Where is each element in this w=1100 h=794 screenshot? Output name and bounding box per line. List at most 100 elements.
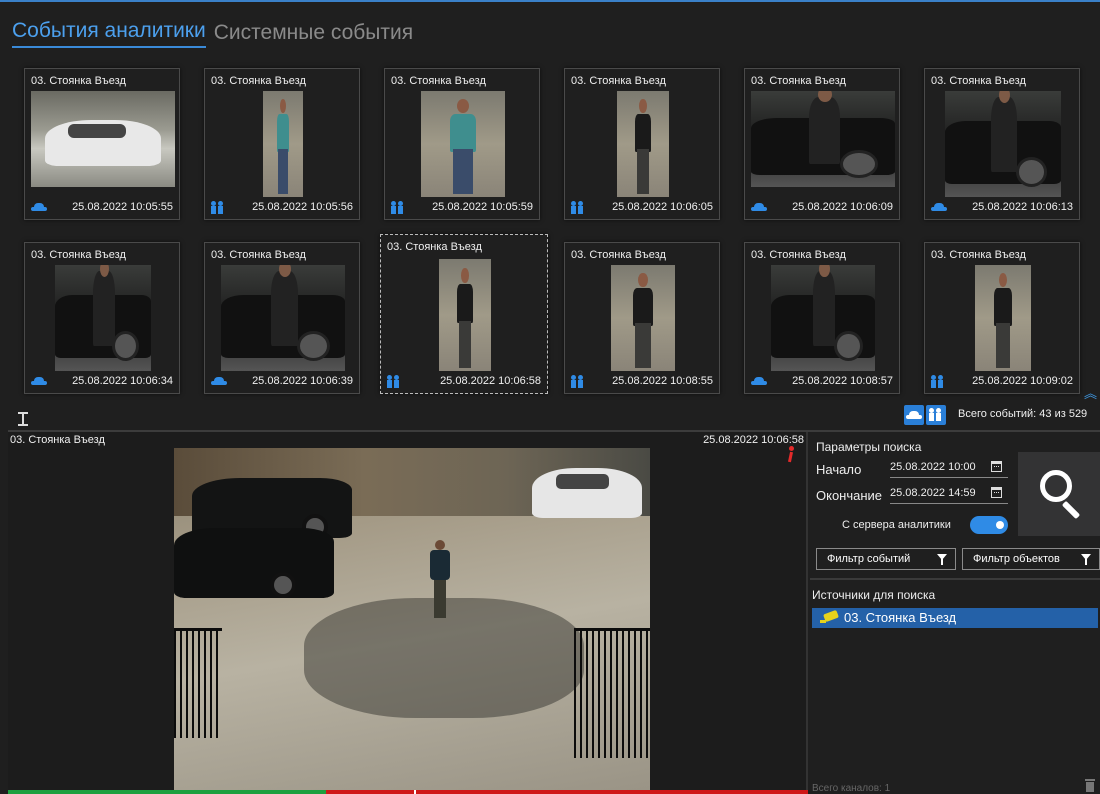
search-panel: Параметры поиска Начало 25.08.2022 10:00… <box>810 432 1100 794</box>
car-icon <box>31 376 47 386</box>
people-icon <box>571 200 585 214</box>
camera-icon <box>820 612 838 624</box>
event-time: 25.08.2022 10:06:58 <box>440 375 541 387</box>
event-time: 25.08.2022 10:05:59 <box>432 201 533 213</box>
start-label: Начало <box>816 462 862 477</box>
tab-system-events[interactable]: Системные события <box>214 20 413 48</box>
search-icon <box>1040 470 1072 502</box>
funnel-icon <box>937 554 947 565</box>
video-player[interactable]: 03. Стоянка Въезд 25.08.2022 10:06:58 <box>8 432 808 794</box>
filter-car-button[interactable] <box>904 405 924 425</box>
event-camera-name: 03. Стоянка Въезд <box>571 249 666 261</box>
event-time: 25.08.2022 10:08:57 <box>792 375 893 387</box>
event-card[interactable]: 03. Стоянка Въезд 25.08.2022 10:06:09 <box>744 68 900 220</box>
total-events-count: Всего событий: 43 из 529 <box>958 408 1088 420</box>
expand-panel-icon[interactable] <box>18 412 28 426</box>
event-camera-name: 03. Стоянка Въезд <box>211 249 306 261</box>
walking-person-icon <box>784 446 798 466</box>
car-icon <box>751 202 767 212</box>
car-icon <box>931 202 947 212</box>
event-card[interactable]: 03. Стоянка Въезд 25.08.2022 10:05:55 <box>24 68 180 220</box>
people-icon <box>931 374 945 388</box>
car-icon <box>31 202 47 212</box>
event-card[interactable]: 03. Стоянка Въезд 25.08.2022 10:06:05 <box>564 68 720 220</box>
people-icon <box>211 200 225 214</box>
tab-bar: События аналитики Системные события <box>12 18 421 48</box>
object-type-filter <box>904 405 946 425</box>
event-time: 25.08.2022 10:06:34 <box>72 375 173 387</box>
event-thumbnail <box>263 91 303 197</box>
analytics-events-window: События аналитики Системные события 03. … <box>0 0 1100 794</box>
event-camera-name: 03. Стоянка Въезд <box>751 75 846 87</box>
tab-analytics-events[interactable]: События аналитики <box>12 18 206 48</box>
event-filter-button[interactable]: Фильтр событий <box>816 548 956 570</box>
event-card[interactable]: 03. Стоянка Въезд 25.08.2022 10:05:56 <box>204 68 360 220</box>
timeline[interactable] <box>8 790 808 794</box>
event-time: 25.08.2022 10:09:02 <box>972 375 1073 387</box>
source-item[interactable]: 03. Стоянка Въезд <box>812 608 1098 628</box>
event-thumbnail <box>771 265 875 371</box>
event-camera-name: 03. Стоянка Въезд <box>31 249 126 261</box>
event-card[interactable]: 03. Стоянка Въезд 25.08.2022 10:08:55 <box>564 242 720 394</box>
people-icon <box>387 374 401 388</box>
event-time: 25.08.2022 10:05:55 <box>72 201 173 213</box>
event-camera-name: 03. Стоянка Въезд <box>211 75 306 87</box>
event-card[interactable]: 03. Стоянка Въезд 25.08.2022 10:06:13 <box>924 68 1080 220</box>
object-filter-button[interactable]: Фильтр объектов <box>962 548 1100 570</box>
event-thumbnail <box>439 259 491 371</box>
end-label: Окончание <box>816 488 883 503</box>
event-card[interactable]: 03. Стоянка Въезд 25.08.2022 10:09:02 <box>924 242 1080 394</box>
start-date-field[interactable]: 25.08.2022 10:00 <box>890 458 1008 478</box>
event-time: 25.08.2022 10:06:39 <box>252 375 353 387</box>
people-icon <box>391 200 405 214</box>
event-thumbnail <box>975 265 1031 371</box>
player-camera-name: 03. Стоянка Въезд <box>10 434 105 446</box>
people-icon <box>929 408 943 421</box>
event-card[interactable]: 03. Стоянка Въезд 25.08.2022 10:06:34 <box>24 242 180 394</box>
event-camera-name: 03. Стоянка Въезд <box>931 75 1026 87</box>
event-thumbnail <box>945 91 1061 197</box>
event-camera-name: 03. Стоянка Въезд <box>391 75 486 87</box>
event-camera-name: 03. Стоянка Въезд <box>751 249 846 261</box>
car-icon <box>211 376 227 386</box>
player-timestamp: 25.08.2022 10:06:58 <box>703 434 804 446</box>
event-thumbnail <box>421 91 505 197</box>
event-time: 25.08.2022 10:05:56 <box>252 201 353 213</box>
channels-count: Всего каналов: 1 <box>812 783 891 794</box>
event-thumbnail <box>617 91 669 197</box>
event-camera-name: 03. Стоянка Въезд <box>31 75 126 87</box>
end-date-field[interactable]: 25.08.2022 14:59 <box>890 484 1008 504</box>
event-card[interactable]: 03. Стоянка Въезд 25.08.2022 10:06:39 <box>204 242 360 394</box>
funnel-icon <box>1081 554 1091 565</box>
people-icon <box>571 374 585 388</box>
trash-icon[interactable] <box>1085 779 1095 792</box>
event-thumbnail <box>55 265 151 371</box>
event-thumbnail <box>611 265 675 371</box>
calendar-icon[interactable] <box>991 461 1002 472</box>
event-camera-name: 03. Стоянка Въезд <box>931 249 1026 261</box>
car-icon <box>751 376 767 386</box>
sources-title: Источники для поиска <box>812 588 936 602</box>
search-params-title: Параметры поиска <box>816 440 922 454</box>
car-icon <box>906 411 922 420</box>
calendar-icon[interactable] <box>991 487 1002 498</box>
event-camera-name: 03. Стоянка Въезд <box>387 241 482 253</box>
event-thumbnail <box>221 265 345 371</box>
timeline-cursor[interactable] <box>414 790 416 794</box>
event-time: 25.08.2022 10:08:55 <box>612 375 713 387</box>
video-frame <box>174 448 650 790</box>
event-time: 25.08.2022 10:06:13 <box>972 201 1073 213</box>
event-camera-name: 03. Стоянка Въезд <box>571 75 666 87</box>
event-card[interactable]: 03. Стоянка Въезд 25.08.2022 10:05:59 <box>384 68 540 220</box>
search-button[interactable] <box>1018 452 1100 536</box>
event-thumbnail <box>31 91 175 187</box>
analytics-server-toggle[interactable] <box>970 516 1008 534</box>
analytics-server-label: С сервера аналитики <box>842 519 951 531</box>
event-card[interactable]: 03. Стоянка Въезд 25.08.2022 10:08:57 <box>744 242 900 394</box>
filter-people-button[interactable] <box>926 405 946 425</box>
scroll-up-icon[interactable]: ︽ <box>1084 387 1097 400</box>
event-grid: 03. Стоянка Въезд 25.08.2022 10:05:55 03… <box>24 68 1090 404</box>
event-time: 25.08.2022 10:06:09 <box>792 201 893 213</box>
event-card-selected[interactable]: 03. Стоянка Въезд 25.08.2022 10:06:58 <box>380 234 548 394</box>
event-time: 25.08.2022 10:06:05 <box>612 201 713 213</box>
